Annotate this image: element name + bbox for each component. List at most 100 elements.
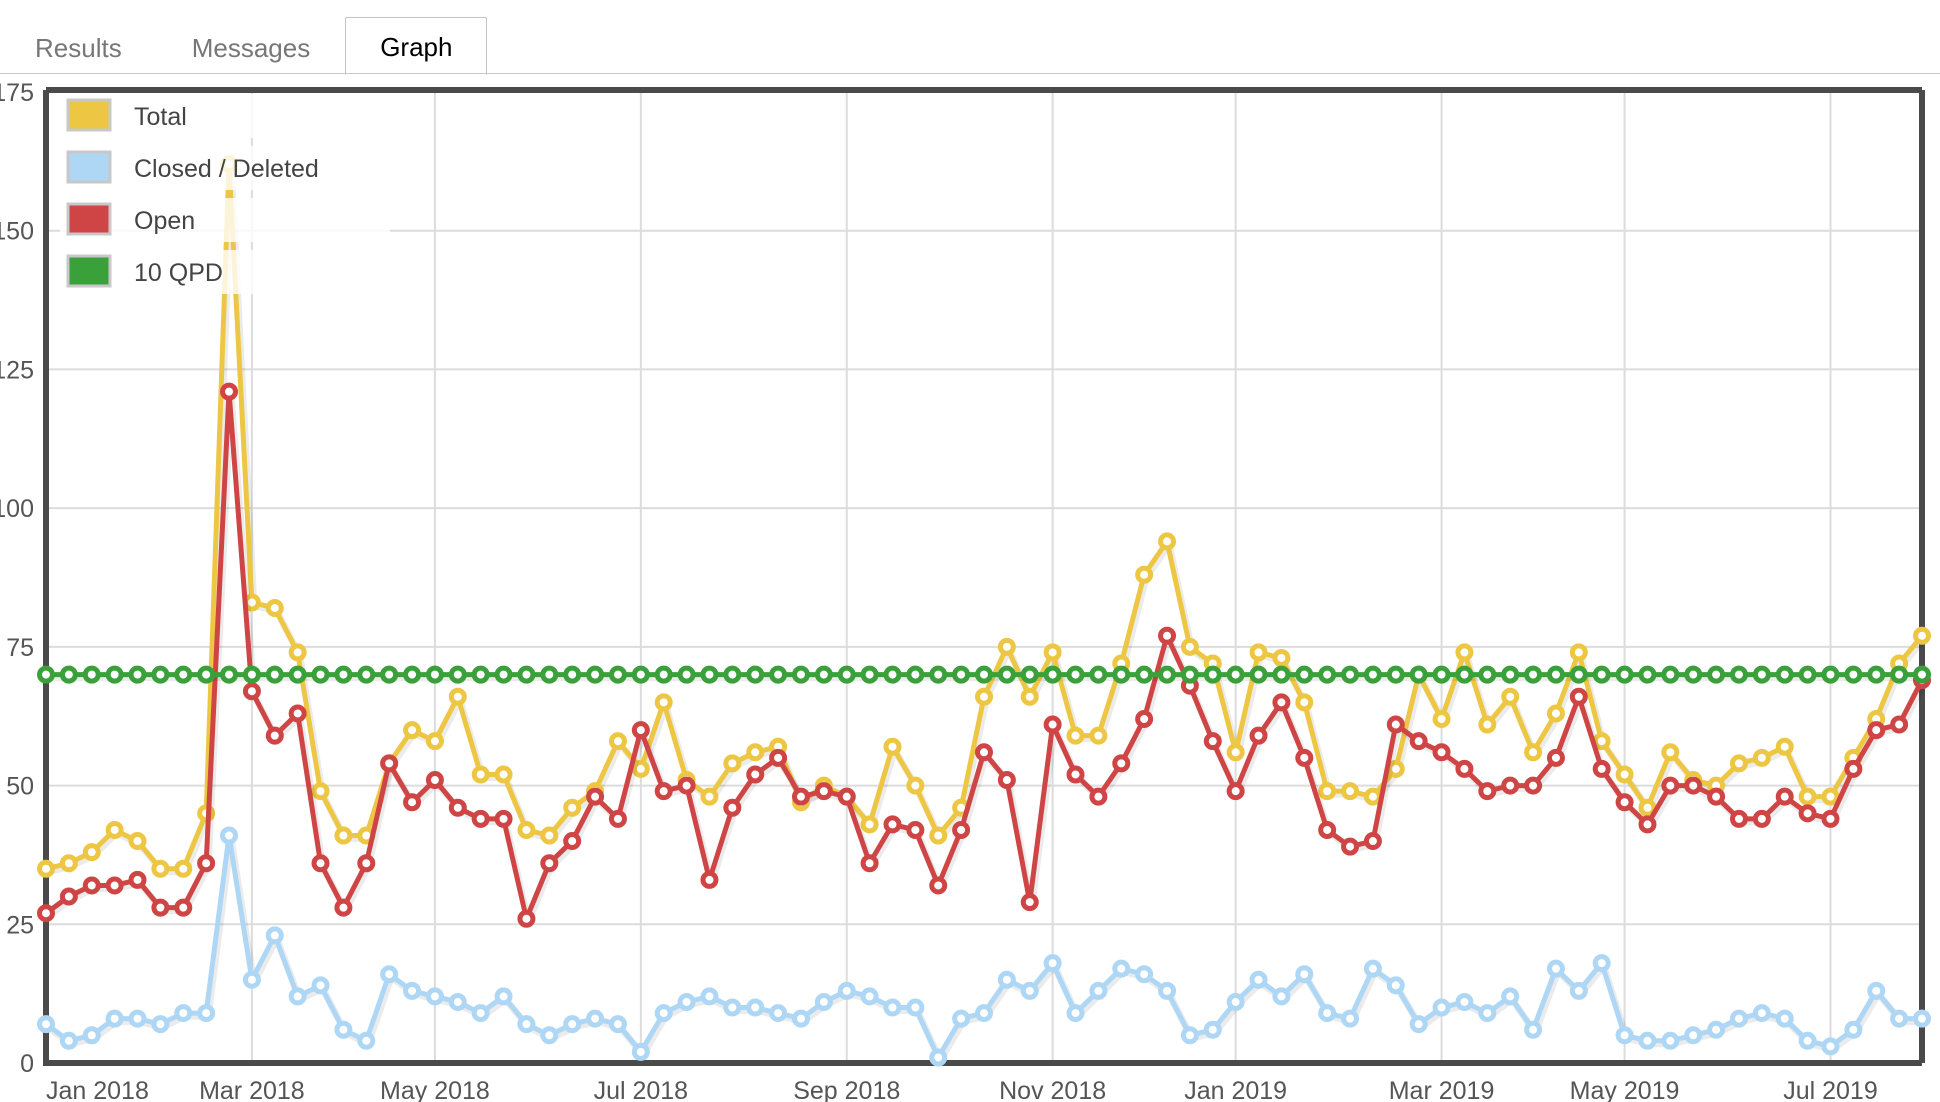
data-point [1707,1020,1726,1039]
data-point [174,1004,193,1023]
data-point [563,798,582,817]
y-axis-ticks: 0 25 50 75 100 125 150 175 [0,79,34,1078]
chart-legend: Total Closed / Deleted Open 10 QPD [60,94,390,294]
data-point [311,854,330,873]
x-tick-label: Jul 2019 [1783,1077,1878,1102]
data-point [1089,981,1108,1000]
data-point [1432,709,1451,728]
data-point [197,854,216,873]
legend-item-closed-deleted[interactable]: Closed / Deleted [60,146,390,190]
legend-swatch [66,202,112,236]
data-point [1066,765,1085,784]
data-point [1913,665,1931,684]
data-point [1684,1026,1703,1045]
data-point [586,665,605,684]
data-point [1501,776,1520,795]
data-point [1798,787,1817,806]
data-point [288,665,307,684]
data-point [700,987,719,1006]
x-tick-label: Mar 2019 [1389,1077,1495,1102]
data-point [860,665,879,684]
data-point [82,843,101,862]
data-point [334,665,353,684]
data-point [1455,759,1474,778]
data-point [403,665,422,684]
data-point [1844,665,1863,684]
data-point [380,665,399,684]
data-point [1112,665,1131,684]
data-point [997,637,1016,656]
data-point [494,665,513,684]
data-point [265,599,284,618]
data-point [1524,1020,1543,1039]
data-point [220,826,239,845]
data-point [357,665,376,684]
data-point [59,854,78,873]
data-point [311,976,330,995]
data-point [1546,959,1565,978]
tab-results[interactable]: Results [0,18,157,75]
data-point [1020,981,1039,1000]
data-point [814,992,833,1011]
legend-item-10-qpd[interactable]: 10 QPD [60,250,390,294]
data-point [494,987,513,1006]
legend-item-open[interactable]: Open [60,198,390,242]
data-point [1249,665,1268,684]
legend-label: Open [134,207,195,235]
data-point [128,1009,147,1028]
data-point [517,1015,536,1034]
data-point [403,981,422,1000]
data-point [1158,532,1177,551]
data-point [1569,665,1588,684]
data-point [1158,665,1177,684]
data-point [1821,787,1840,806]
data-point [1043,715,1062,734]
tab-graph[interactable]: Graph [345,17,488,75]
data-point [1020,687,1039,706]
data-point [883,815,902,834]
data-point [151,898,170,917]
data-point [540,854,559,873]
data-point [425,732,444,751]
tab-messages[interactable]: Messages [157,18,346,75]
y-tick-label: 50 [6,773,34,801]
data-point [1295,965,1314,984]
data-point [723,754,742,773]
data-point [1409,732,1428,751]
data-point [1821,665,1840,684]
data-point [128,665,147,684]
legend-item-total[interactable]: Total [60,94,390,138]
data-point [586,787,605,806]
x-axis-ticks: Jan 2018 Mar 2018 May 2018 Jul 2018 Sep 2018… [46,1077,1878,1102]
x-tick-label: Sep 2018 [793,1077,900,1102]
data-point [700,665,719,684]
data-point [105,820,124,839]
data-point [700,787,719,806]
data-point [1295,693,1314,712]
data-point [723,798,742,817]
data-point [837,787,856,806]
data-point [357,1031,376,1050]
data-point [791,665,810,684]
data-point [814,665,833,684]
data-point [1913,626,1931,645]
data-point [1890,665,1909,684]
data-point [1775,1009,1794,1028]
graph-panel: 0 25 50 75 100 125 150 175 Jan 2018 Mar 2018 May … [0,76,1940,1102]
data-point [1432,998,1451,1017]
data-point [288,643,307,662]
data-point [563,665,582,684]
data-point [1455,643,1474,662]
data-point [791,1009,810,1028]
data-point [1020,665,1039,684]
data-point [471,765,490,784]
data-point [608,732,627,751]
data-point [883,737,902,756]
data-point [197,1004,216,1023]
data-point [1432,743,1451,762]
data-point [563,832,582,851]
data-point [151,859,170,878]
data-point [1524,776,1543,795]
data-point [1386,976,1405,995]
data-point [1341,782,1360,801]
